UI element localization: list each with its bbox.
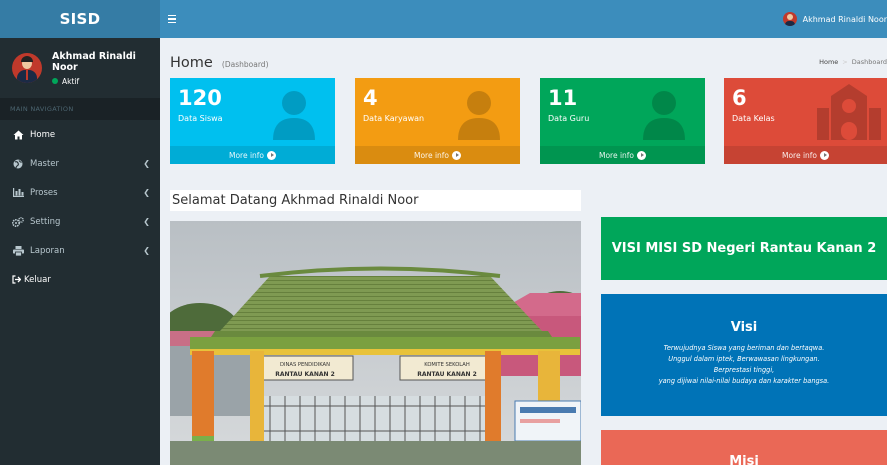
home-icon bbox=[12, 130, 24, 140]
hamburger-menu-icon[interactable] bbox=[168, 14, 188, 24]
user-icon bbox=[643, 91, 685, 140]
user-name: Akhmad Rinaldi Noor bbox=[52, 50, 136, 73]
page-subtitle: (Dashboard) bbox=[221, 60, 269, 69]
arrow-circle-right-icon bbox=[452, 150, 462, 160]
sidebar-item-laporan[interactable]: Laporan ❮ bbox=[0, 236, 160, 265]
sidebar: SISD Akhmad Rinaldi Noor Aktif MAIN NAVI… bbox=[0, 0, 160, 465]
breadcrumb-home[interactable]: Home bbox=[819, 58, 838, 66]
stat-box-karyawan: 4 Data Karyawan More info bbox=[355, 78, 520, 164]
visi-heading: Visi bbox=[730, 320, 758, 335]
content-header: Home (Dashboard) Home > Dashboard bbox=[170, 52, 887, 72]
user-status: Aktif bbox=[52, 77, 160, 86]
sidebar-item-label: Keluar bbox=[24, 274, 51, 285]
chevron-left-icon: ❮ bbox=[143, 246, 150, 255]
chevron-left-icon: ❮ bbox=[143, 159, 150, 168]
chevron-left-icon: ❮ bbox=[143, 217, 150, 226]
globe-icon bbox=[12, 159, 24, 169]
stat-box-guru: 11 Data Guru More info bbox=[540, 78, 705, 164]
sign-left-line2: RANTAU KANAN 2 bbox=[275, 371, 335, 378]
breadcrumb: Home > Dashboard bbox=[819, 58, 887, 66]
top-user-name: Akhmad Rinaldi Noor bbox=[802, 14, 887, 24]
more-info-link[interactable]: More info bbox=[540, 146, 705, 164]
top-user-avatar bbox=[782, 12, 797, 26]
nav-header: MAIN NAVIGATION bbox=[0, 98, 160, 120]
stat-box-siswa: 120 Data Siswa More info bbox=[170, 78, 335, 164]
user-status-label: Aktif bbox=[62, 76, 80, 86]
bar-chart-icon bbox=[12, 188, 24, 198]
user-icon bbox=[458, 91, 500, 140]
sidebar-item-label: Laporan bbox=[30, 245, 65, 256]
stat-box-kelas: 6 Data Kelas More info bbox=[724, 78, 887, 164]
visi-panel: Visi Terwujudnya Siswa yang beriman dan … bbox=[601, 294, 887, 416]
arrow-circle-right-icon bbox=[820, 150, 830, 160]
user-info: Akhmad Rinaldi Noor Aktif bbox=[52, 51, 160, 86]
sidebar-item-label: Proses bbox=[30, 187, 58, 198]
visi-text: Terwujudnya Siswa yang beriman dan berta… bbox=[601, 343, 887, 387]
visi-line: Berprestasi tinggi, bbox=[713, 366, 775, 374]
sign-out-icon bbox=[12, 275, 21, 285]
user-panel: Akhmad Rinaldi Noor Aktif bbox=[0, 38, 160, 98]
arrow-circle-right-icon bbox=[637, 150, 647, 160]
status-online-icon bbox=[52, 78, 58, 84]
sidebar-item-setting[interactable]: Setting ❮ bbox=[0, 207, 160, 236]
arrow-circle-right-icon bbox=[267, 150, 277, 160]
more-info-link[interactable]: More info bbox=[170, 146, 335, 164]
more-info-link[interactable]: More info bbox=[355, 146, 520, 164]
chevron-left-icon: ❮ bbox=[143, 188, 150, 197]
misi-panel: Misi bbox=[601, 430, 887, 465]
visi-line: Terwujudnya Siswa yang beriman dan berta… bbox=[663, 344, 825, 352]
user-avatar bbox=[12, 53, 42, 83]
sign-right-line1: KOMITE SEKOLAH bbox=[424, 362, 470, 368]
school-photo: DINAS PENDIDIKAN RANTAU KANAN 2 KOMITE S… bbox=[170, 221, 581, 465]
top-user-menu[interactable]: Akhmad Rinaldi Noor bbox=[782, 0, 887, 38]
visi-line: yang dijiwai nilai-nilai budaya dan kara… bbox=[658, 377, 830, 385]
visi-line: Unggul dalam iptek, Berwawasan lingkunga… bbox=[668, 355, 820, 363]
app-logo[interactable]: SISD bbox=[0, 0, 160, 38]
print-icon bbox=[12, 245, 24, 256]
visi-misi-title: VISI MISI SD Negeri Rantau Kanan 2 bbox=[601, 217, 887, 280]
school-icon bbox=[817, 84, 881, 140]
sidebar-item-proses[interactable]: Proses ❮ bbox=[0, 178, 160, 207]
sidebar-item-label: Setting bbox=[30, 216, 61, 227]
user-icon bbox=[273, 91, 315, 140]
sign-right-line2: RANTAU KANAN 2 bbox=[417, 371, 477, 378]
gears-icon bbox=[12, 216, 24, 227]
more-info-link[interactable]: More info bbox=[724, 146, 887, 164]
sidebar-item-master[interactable]: Master ❮ bbox=[0, 149, 160, 178]
sign-left-line1: DINAS PENDIDIKAN bbox=[280, 362, 330, 368]
page-title: Home bbox=[170, 55, 213, 71]
sidebar-item-keluar[interactable]: Keluar bbox=[0, 265, 160, 294]
sidebar-item-home[interactable]: Home bbox=[0, 120, 160, 149]
sidebar-item-label: Home bbox=[30, 129, 56, 140]
top-navbar: Akhmad Rinaldi Noor bbox=[160, 0, 887, 38]
sidebar-item-label: Master bbox=[30, 158, 60, 169]
misi-heading: Misi bbox=[729, 454, 759, 465]
breadcrumb-current: Dashboard bbox=[851, 58, 887, 66]
welcome-message: Selamat Datang Akhmad Rinaldi Noor bbox=[170, 190, 581, 211]
